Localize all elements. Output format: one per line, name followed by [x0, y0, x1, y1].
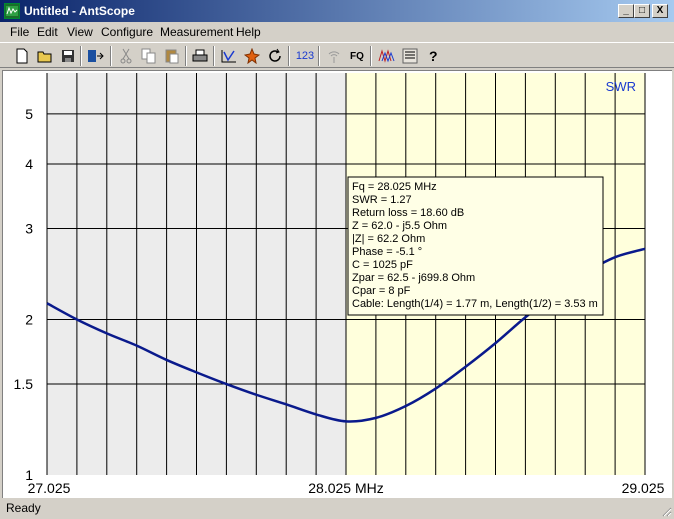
menu-configure[interactable]: Configure — [101, 25, 153, 39]
toolbar-separator — [318, 46, 320, 66]
numeric-readout-icon[interactable]: 123 — [295, 46, 315, 66]
menu-edit[interactable]: Edit — [37, 25, 58, 39]
y-tick-label: 2 — [25, 311, 33, 327]
toolbar: 123 FQ ? — [0, 42, 674, 68]
chart-legend-swr: SWR — [606, 79, 636, 94]
app-window: Untitled - AntScope _ □ X File Edit View… — [0, 0, 674, 519]
menu-bar: File Edit View Configure Measurement Hel… — [0, 22, 674, 42]
toolbar-separator — [213, 46, 215, 66]
status-text: Ready — [6, 501, 41, 515]
toolbar-separator — [370, 46, 372, 66]
print-icon[interactable] — [190, 46, 210, 66]
frequency-icon[interactable]: FQ — [347, 46, 367, 66]
copy-icon[interactable] — [139, 46, 159, 66]
display-mode-icon[interactable] — [400, 46, 420, 66]
paste-icon[interactable] — [162, 46, 182, 66]
window-title: Untitled - AntScope — [24, 4, 135, 18]
x-tick-label: 27.025 — [28, 480, 71, 496]
readout-line: Z = 62.0 - j5.5 Ohm — [352, 220, 447, 232]
menu-file[interactable]: File — [10, 25, 29, 39]
menu-measurement[interactable]: Measurement — [160, 25, 233, 39]
refresh-icon[interactable] — [265, 46, 285, 66]
x-tick-label: 29.025 — [622, 480, 665, 496]
y-tick-label: 3 — [25, 221, 33, 237]
markers-icon[interactable] — [377, 46, 397, 66]
menu-view[interactable]: View — [67, 25, 93, 39]
open-icon[interactable] — [35, 46, 55, 66]
help-icon[interactable]: ? — [423, 46, 443, 66]
close-button[interactable]: X — [652, 4, 668, 18]
svg-text:?: ? — [429, 48, 438, 64]
toolbar-separator — [80, 46, 82, 66]
readout-line: Return loss = 18.60 dB — [352, 207, 464, 219]
readout-line: SWR = 1.27 — [352, 194, 412, 206]
y-tick-label: 4 — [25, 156, 33, 172]
readout-line: Zpar = 62.5 - j699.8 Ohm — [352, 272, 475, 284]
maximize-button[interactable]: □ — [634, 4, 650, 18]
y-tick-label: 1.5 — [14, 376, 34, 392]
readout-line: Cable: Length(1/4) = 1.77 m, Length(1/2)… — [352, 298, 598, 310]
antscope-app-icon — [4, 3, 20, 19]
menu-help[interactable]: Help — [236, 25, 261, 39]
minimize-button[interactable]: _ — [618, 4, 634, 18]
readout-line: Cpar = 8 pF — [352, 285, 411, 297]
chart-view[interactable]: 1 1.5 2 3 4 5 27.025 28.025 MHz 29.025 SWR Fq =… — [2, 70, 672, 498]
resize-grip-icon[interactable] — [660, 505, 672, 517]
scan-icon[interactable] — [219, 46, 239, 66]
title-bar[interactable]: Untitled - AntScope _ □ X — [0, 0, 674, 22]
swr-chart[interactable]: 11.52345 27.025 28.025 MHz 29.025 SWR Fq =… — [3, 71, 671, 497]
export-icon[interactable] — [86, 46, 106, 66]
readout-line: Phase = -5.1 ° — [352, 246, 422, 258]
toolbar-separator — [185, 46, 187, 66]
x-tick-label: 28.025 MHz — [308, 480, 383, 496]
toolbar-separator — [110, 46, 112, 66]
wireless-icon[interactable] — [324, 46, 344, 66]
readout-box: Fq = 28.025 MHzSWR = 1.27Return loss = 1… — [347, 176, 604, 316]
readout-line: C = 1025 pF — [352, 259, 413, 271]
readout-line: |Z| = 62.2 Ohm — [352, 233, 425, 245]
stop-icon[interactable] — [242, 46, 262, 66]
status-bar: Ready — [0, 499, 674, 519]
readout-line: Fq = 28.025 MHz — [352, 181, 437, 193]
save-icon[interactable] — [58, 46, 78, 66]
toolbar-separator — [288, 46, 290, 66]
new-icon[interactable] — [12, 46, 32, 66]
y-tick-label: 5 — [25, 106, 33, 122]
cut-icon[interactable] — [116, 46, 136, 66]
